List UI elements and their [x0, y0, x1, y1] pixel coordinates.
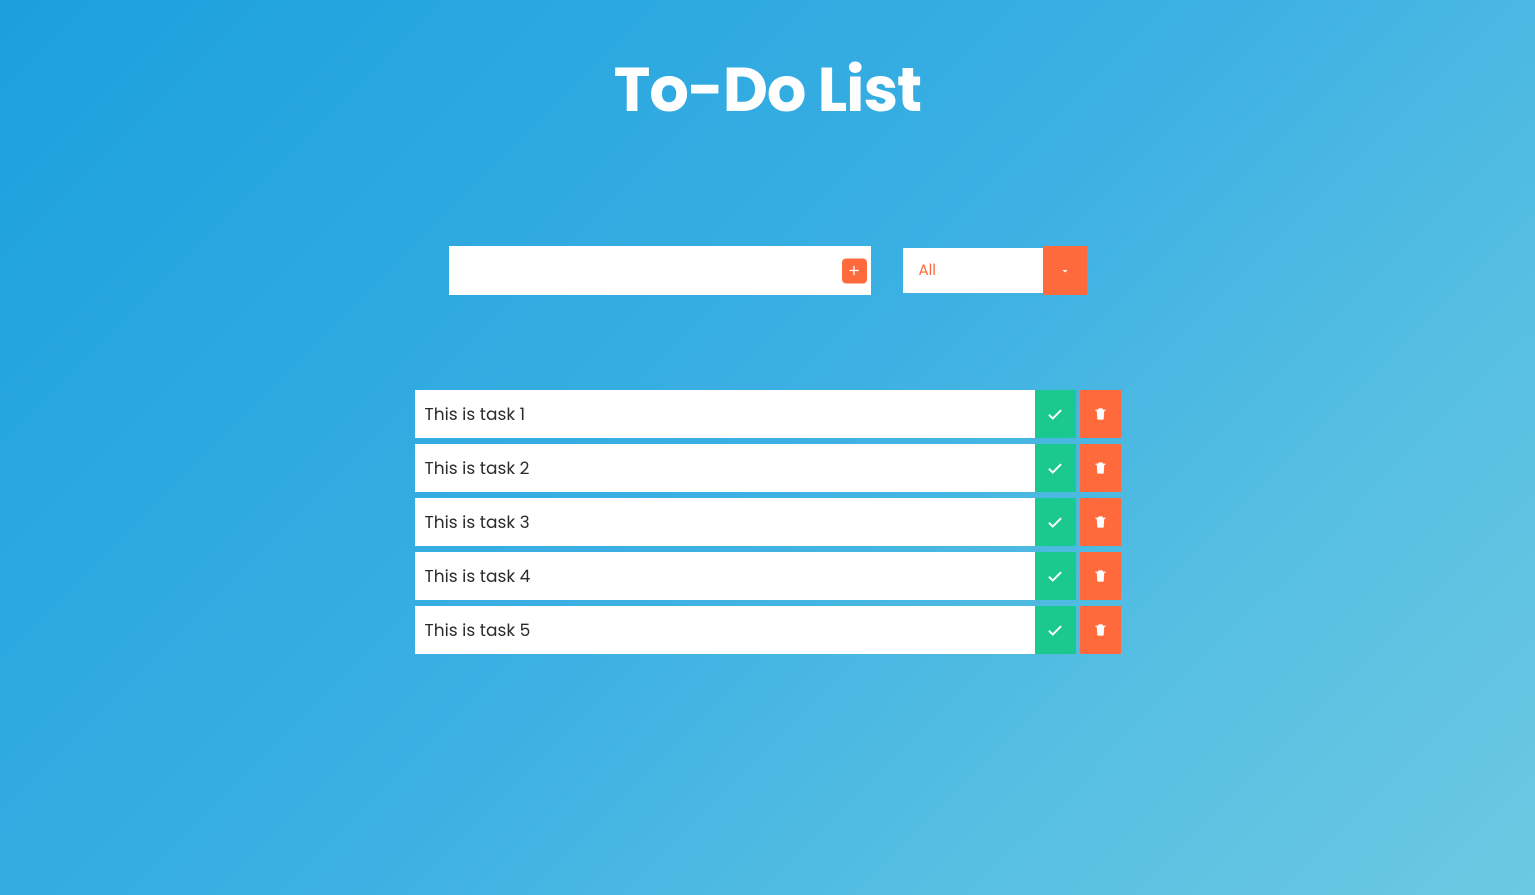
list-item: This is task 5	[415, 606, 1121, 654]
check-icon	[1046, 513, 1064, 531]
delete-button[interactable]	[1080, 444, 1121, 492]
complete-button[interactable]	[1035, 444, 1076, 492]
task-text: This is task 2	[415, 444, 1035, 492]
task-text: This is task 5	[415, 606, 1035, 654]
check-icon	[1046, 621, 1064, 639]
delete-button[interactable]	[1080, 498, 1121, 546]
page-title: To-Do List	[0, 43, 1535, 136]
complete-button[interactable]	[1035, 552, 1076, 600]
list-item: This is task 2	[415, 444, 1121, 492]
task-text: This is task 4	[415, 552, 1035, 600]
todo-list: This is task 1 This is task 2 This is ta…	[415, 390, 1121, 654]
plus-icon	[846, 263, 862, 279]
header: To-Do List	[0, 0, 1535, 136]
list-item: This is task 1	[415, 390, 1121, 438]
trash-icon	[1093, 460, 1108, 476]
list-item: This is task 4	[415, 552, 1121, 600]
complete-button[interactable]	[1035, 390, 1076, 438]
controls-row: All Completed Uncompleted	[0, 246, 1535, 295]
input-wrap	[449, 246, 871, 295]
trash-icon	[1093, 622, 1108, 638]
check-icon	[1046, 459, 1064, 477]
delete-button[interactable]	[1080, 606, 1121, 654]
complete-button[interactable]	[1035, 498, 1076, 546]
task-text: This is task 1	[415, 390, 1035, 438]
select-arrow	[1043, 246, 1087, 295]
delete-button[interactable]	[1080, 552, 1121, 600]
list-item: This is task 3	[415, 498, 1121, 546]
filter-wrap: All Completed Uncompleted	[903, 248, 1087, 293]
complete-button[interactable]	[1035, 606, 1076, 654]
check-icon	[1046, 567, 1064, 585]
trash-icon	[1093, 568, 1108, 584]
chevron-down-icon	[1059, 265, 1071, 277]
trash-icon	[1093, 514, 1108, 530]
trash-icon	[1093, 406, 1108, 422]
filter-select[interactable]: All Completed Uncompleted	[903, 248, 1043, 293]
delete-button[interactable]	[1080, 390, 1121, 438]
check-icon	[1046, 405, 1064, 423]
task-text: This is task 3	[415, 498, 1035, 546]
add-button[interactable]	[842, 258, 867, 283]
todo-input[interactable]	[449, 246, 871, 295]
